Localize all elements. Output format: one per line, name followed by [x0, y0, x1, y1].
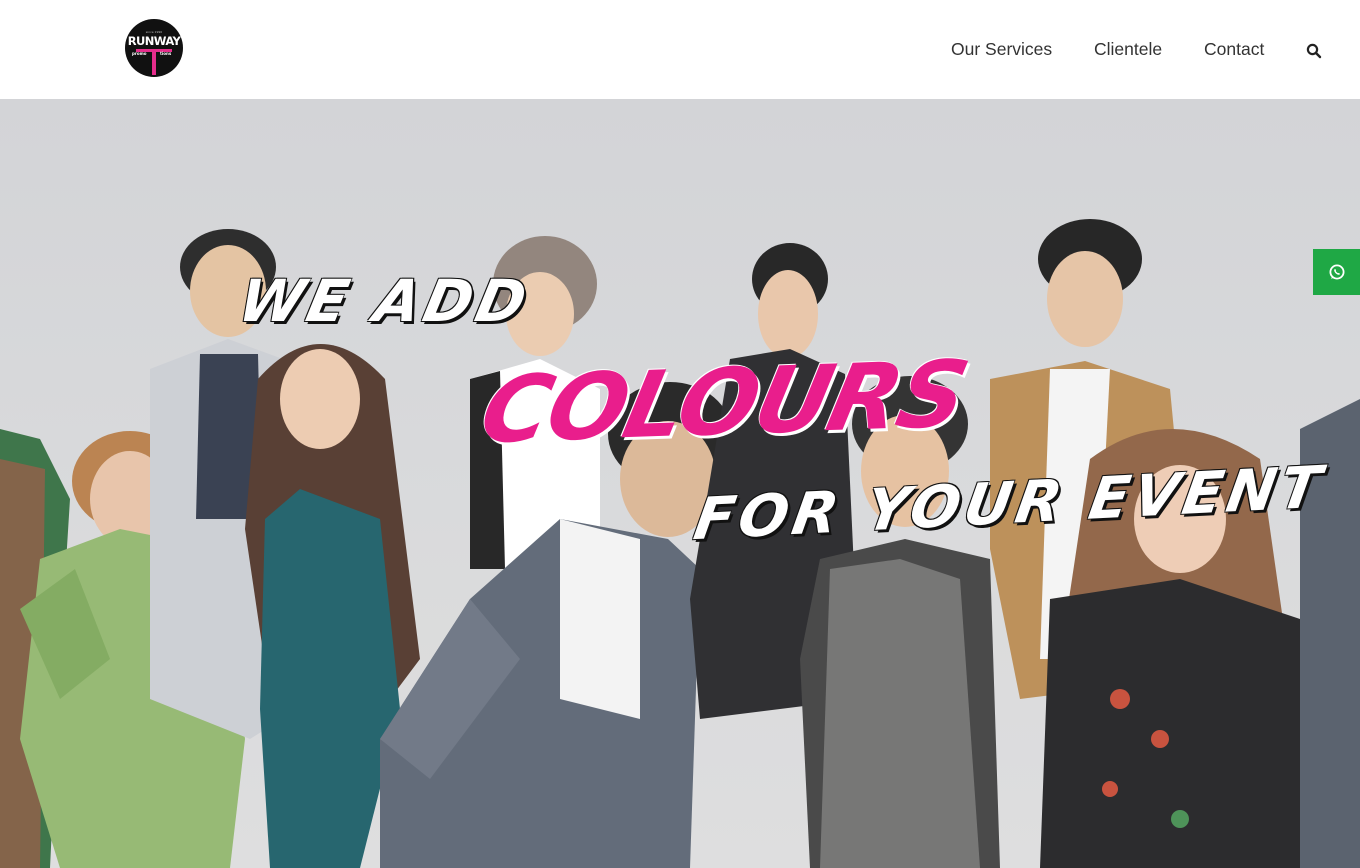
nav-clientele[interactable]: Clientele	[1094, 37, 1162, 61]
logo-t-stem	[152, 49, 156, 75]
site-header: since 1990 RUNWAY promo tions Our Servic…	[0, 0, 1360, 99]
nav-contact[interactable]: Contact	[1204, 37, 1264, 61]
logo-wordmark: RUNWAY	[127, 34, 181, 48]
runway-logo[interactable]: since 1990 RUNWAY promo tions	[125, 19, 183, 77]
hero-banner: WE ADD COLOURS FOR YOUR EVENT	[0, 99, 1360, 868]
whatsapp-button[interactable]	[1313, 249, 1360, 295]
hero-headline-line1: WE ADD	[232, 267, 537, 335]
whatsapp-icon	[1329, 264, 1344, 280]
logo-sub-left: promo	[132, 51, 147, 56]
logo-sub-right: tions	[160, 51, 172, 56]
nav-our-services[interactable]: Our Services	[951, 37, 1052, 61]
hero-headline-line2: COLOURS	[471, 340, 976, 465]
search-icon[interactable]	[1306, 43, 1322, 59]
